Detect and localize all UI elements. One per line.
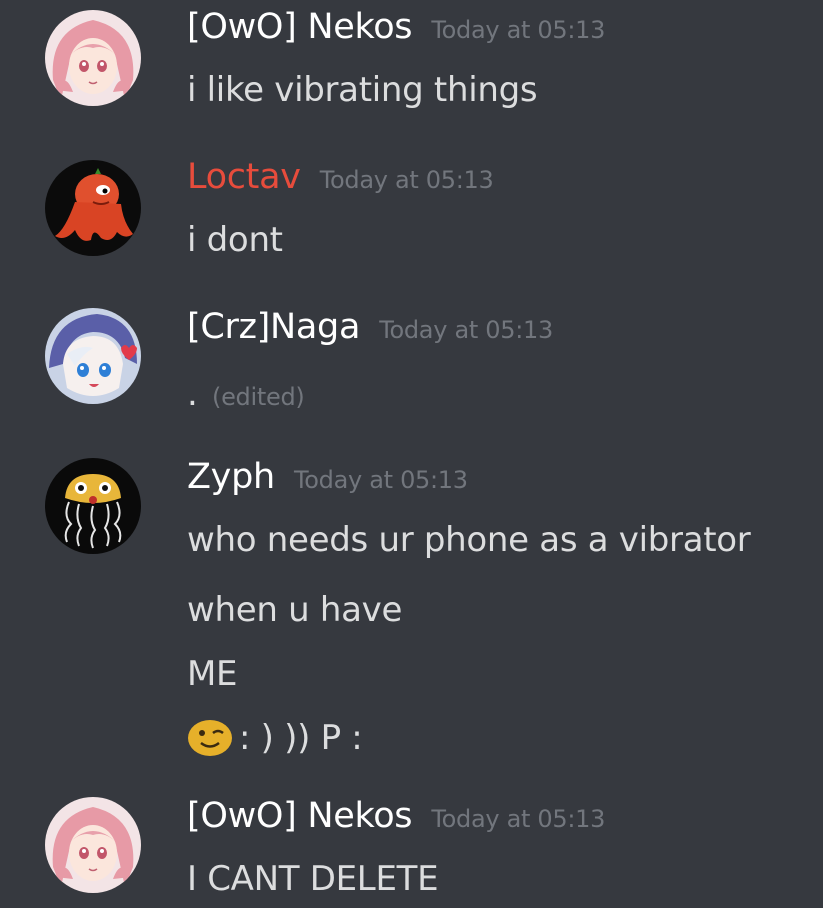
anime-hood-avatar-icon: [45, 308, 141, 404]
timestamp: Today at 05:13: [319, 166, 494, 194]
message-line: . (edited): [187, 372, 305, 419]
timestamp: Today at 05:13: [431, 805, 606, 833]
winking-face-emoji-icon: [187, 717, 233, 757]
timestamp: Today at 05:13: [293, 466, 468, 494]
message-text: I CANT DELETE: [187, 859, 439, 899]
timestamp: Today at 05:13: [431, 16, 606, 44]
anime-girl-avatar-icon: [45, 10, 141, 106]
avatar[interactable]: [45, 160, 141, 256]
message-line: : ) )) P :: [187, 716, 363, 760]
username[interactable]: Zyph: [187, 457, 275, 497]
timestamp: Today at 05:13: [379, 316, 553, 344]
username[interactable]: [OwO] Nekos: [187, 7, 413, 47]
username[interactable]: [Crz]Naga: [187, 307, 360, 347]
edited-label: (edited): [212, 383, 305, 411]
message-text: when u have: [187, 590, 403, 630]
avatar[interactable]: [45, 308, 141, 404]
message-text: .: [187, 374, 198, 414]
octopus-avatar-icon: [45, 160, 141, 256]
message-text: i dont: [187, 220, 283, 260]
username[interactable]: [OwO] Nekos: [187, 796, 413, 836]
message-text: ME: [187, 654, 238, 694]
username[interactable]: Loctav: [187, 157, 301, 197]
avatar[interactable]: [45, 10, 141, 106]
jellyfish-avatar-icon: [45, 458, 141, 554]
anime-girl-avatar-icon: [45, 797, 141, 893]
avatar[interactable]: [45, 458, 141, 554]
message-text: who needs ur phone as a vibrator: [187, 520, 751, 560]
message-text: : ) )) P :: [239, 718, 363, 758]
avatar[interactable]: [45, 797, 141, 893]
message-text: i like vibrating things: [187, 70, 538, 110]
